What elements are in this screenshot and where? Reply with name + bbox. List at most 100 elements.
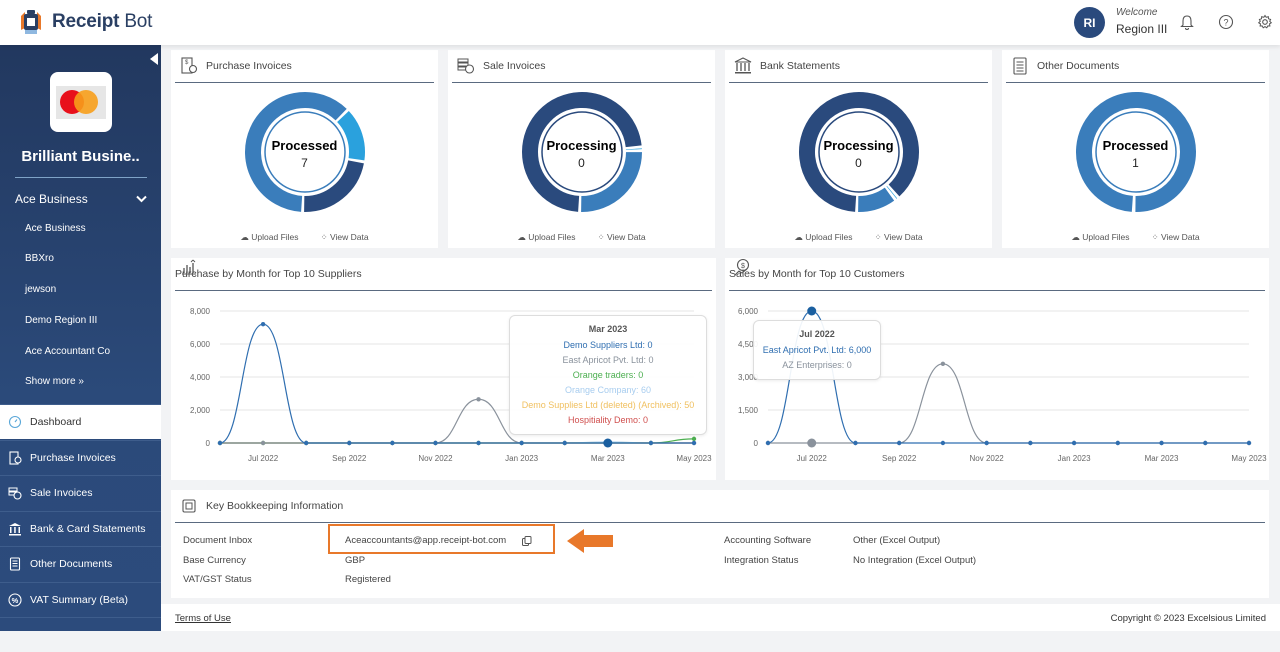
highlight-point[interactable] bbox=[807, 307, 816, 316]
x-tick-label: Nov 2022 bbox=[418, 454, 453, 463]
sidebar-item-dashboard[interactable]: Dashboard bbox=[0, 404, 161, 439]
sidebar-item-bank-statements[interactable]: Bank & Card Statements bbox=[0, 511, 161, 546]
data-point[interactable] bbox=[433, 441, 437, 445]
y-tick-label: 8,000 bbox=[190, 307, 211, 316]
data-point[interactable] bbox=[304, 441, 308, 445]
accounting-software-value: Other (Excel Output) bbox=[853, 535, 940, 546]
collapse-sidebar-icon[interactable] bbox=[150, 53, 158, 65]
view-icon: ⁘ bbox=[875, 232, 882, 242]
robot-logo-icon bbox=[18, 8, 44, 36]
tooltip-row: AZ Enterprises: 0 bbox=[760, 358, 874, 373]
card-other-documents: Other Documents Processed 1 ☁ Upload Fil… bbox=[1002, 50, 1269, 248]
data-point[interactable] bbox=[261, 322, 265, 326]
status-donut: Processing 0 bbox=[520, 90, 644, 214]
sidebar-item-purchase-invoices[interactable]: Purchase Invoices bbox=[0, 440, 161, 475]
view-data-button[interactable]: ⁘ View Data bbox=[875, 232, 923, 243]
tooltip-row: East Apricot Pvt. Ltd: 6,000 bbox=[760, 343, 874, 358]
bell-icon[interactable] bbox=[1179, 14, 1195, 30]
y-tick-label: 6,000 bbox=[738, 307, 759, 316]
sidebar-item-vat-summary[interactable]: % VAT Summary (Beta) bbox=[0, 582, 161, 617]
show-more-link[interactable]: Show more » bbox=[25, 376, 84, 387]
data-point[interactable] bbox=[1116, 441, 1120, 445]
view-data-button[interactable]: ⁘ View Data bbox=[321, 232, 369, 243]
view-label: View Data bbox=[330, 232, 369, 242]
sale-invoice-icon bbox=[457, 57, 475, 75]
donut-count: 1 bbox=[1074, 156, 1198, 170]
view-icon: ⁘ bbox=[598, 232, 605, 242]
terms-of-use-link[interactable]: Terms of Use bbox=[175, 613, 231, 624]
data-point[interactable] bbox=[476, 397, 480, 401]
data-point[interactable] bbox=[1072, 441, 1076, 445]
data-point[interactable] bbox=[984, 441, 988, 445]
document-icon bbox=[1011, 57, 1029, 75]
data-point[interactable] bbox=[218, 441, 222, 445]
upload-files-button[interactable]: ☁ Upload Files bbox=[794, 232, 852, 243]
tooltip-row: Orange traders: 0 bbox=[516, 368, 700, 383]
user-avatar[interactable]: RI bbox=[1074, 7, 1105, 38]
card-bank-statements: Bank Statements Processing 0 ☁ Upload Fi… bbox=[725, 50, 992, 248]
x-tick-label: Mar 2023 bbox=[1145, 454, 1179, 463]
data-point[interactable] bbox=[853, 441, 857, 445]
highlight-point[interactable] bbox=[807, 439, 816, 448]
business-item[interactable]: jewson bbox=[25, 284, 56, 295]
data-point[interactable] bbox=[390, 441, 394, 445]
business-item[interactable]: BBXro bbox=[25, 253, 54, 264]
view-data-button[interactable]: ⁘ View Data bbox=[598, 232, 646, 243]
upload-files-button[interactable]: ☁ Upload Files bbox=[1071, 232, 1129, 243]
data-point[interactable] bbox=[1159, 441, 1163, 445]
user-name[interactable]: Region III bbox=[1116, 22, 1167, 36]
card-title: Other Documents bbox=[1037, 60, 1119, 72]
y-tick-label: 4,000 bbox=[190, 373, 211, 382]
data-point[interactable] bbox=[476, 441, 480, 445]
card-purchase-invoices: $ Purchase Invoices Processed 7 ☁ Upload… bbox=[171, 50, 438, 248]
bank-icon bbox=[734, 57, 752, 75]
donut-segment[interactable] bbox=[858, 194, 889, 204]
gear-icon[interactable] bbox=[1257, 14, 1273, 30]
card-header: Bank Statements bbox=[729, 50, 988, 83]
business-item[interactable]: Demo Region III bbox=[25, 315, 97, 326]
data-point[interactable] bbox=[347, 441, 351, 445]
data-point[interactable] bbox=[766, 441, 770, 445]
help-icon[interactable]: ? bbox=[1218, 14, 1234, 30]
business-item[interactable]: Ace Accountant Co bbox=[25, 346, 110, 357]
upload-files-button[interactable]: ☁ Upload Files bbox=[240, 232, 298, 243]
sidebar-item-sale-invoices[interactable]: Sale Invoices bbox=[0, 475, 161, 510]
business-group-toggle[interactable]: Ace Business bbox=[15, 192, 147, 206]
data-point[interactable] bbox=[941, 362, 945, 366]
data-point[interactable] bbox=[261, 441, 265, 445]
data-point[interactable] bbox=[692, 437, 696, 441]
cloud-upload-icon: ☁ bbox=[517, 232, 526, 242]
top-bar: Receipt Bot RI Welcome Region III ? bbox=[0, 0, 1280, 45]
business-item[interactable]: Ace Business bbox=[25, 223, 86, 234]
upload-label: Upload Files bbox=[805, 232, 852, 242]
view-label: View Data bbox=[1161, 232, 1200, 242]
upload-label: Upload Files bbox=[251, 232, 298, 242]
data-point[interactable] bbox=[519, 441, 523, 445]
bank-icon bbox=[8, 522, 22, 536]
sidebar-item-other-documents[interactable]: Other Documents bbox=[0, 546, 161, 581]
data-point[interactable] bbox=[897, 441, 901, 445]
sidebar-item-label: Sale Invoices bbox=[30, 487, 92, 499]
upload-label: Upload Files bbox=[528, 232, 575, 242]
tooltip-row: Hospitiality Demo: 0 bbox=[516, 413, 700, 428]
data-point[interactable] bbox=[563, 441, 567, 445]
card-header: Other Documents bbox=[1006, 50, 1265, 83]
footer: Terms of Use Copyright © 2023 Excelsious… bbox=[161, 604, 1280, 631]
data-point[interactable] bbox=[649, 441, 653, 445]
status-donut: Processed 1 bbox=[1074, 90, 1198, 214]
app-logo[interactable]: Receipt Bot bbox=[18, 8, 152, 36]
data-point[interactable] bbox=[1247, 441, 1251, 445]
data-point[interactable] bbox=[1203, 441, 1207, 445]
sidebar-item-label: Other Documents bbox=[30, 558, 112, 570]
upload-files-button[interactable]: ☁ Upload Files bbox=[517, 232, 575, 243]
sale-invoice-icon bbox=[8, 486, 22, 500]
sidebar-item-more[interactable] bbox=[0, 617, 161, 652]
view-data-button[interactable]: ⁘ View Data bbox=[1152, 232, 1200, 243]
y-tick-label: 2,000 bbox=[190, 406, 211, 415]
x-tick-label: Sep 2022 bbox=[332, 454, 367, 463]
data-point[interactable] bbox=[692, 441, 696, 445]
data-point[interactable] bbox=[1028, 441, 1032, 445]
highlight-point[interactable] bbox=[603, 439, 612, 448]
data-point[interactable] bbox=[941, 441, 945, 445]
donut-status-label: Processed bbox=[1074, 138, 1198, 153]
